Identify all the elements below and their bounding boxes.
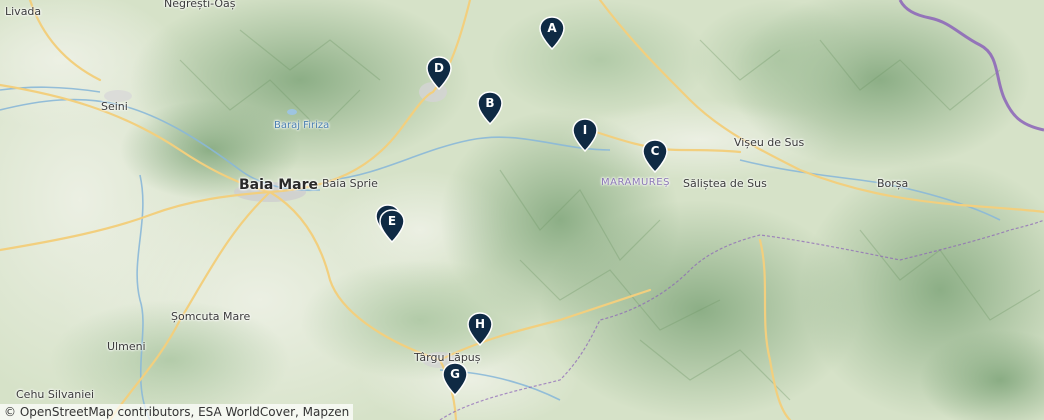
map-marker-e[interactable]: E [379, 209, 405, 243]
place-label-livada: Livada [5, 5, 42, 18]
marker-letter: B [485, 96, 495, 110]
marker-letter: I [582, 123, 588, 137]
marker-letter: A [547, 21, 557, 35]
marker-letter: E [387, 214, 397, 228]
place-label-baia-mare: Baia Mare [239, 177, 319, 193]
place-label-borsa: Borșa [877, 177, 909, 190]
place-label-baraj-firiza: Baraj Firiza [274, 120, 330, 131]
place-label-salistea-de-sus: Săliștea de Sus [683, 177, 767, 190]
region-label-maramures: MARAMUREȘ [601, 177, 670, 188]
place-label-somcuta-mare: Șomcuta Mare [171, 310, 251, 323]
marker-letter: G [450, 367, 460, 381]
marker-letter: D [434, 61, 444, 75]
place-label-ulmeni: Ulmeni [107, 340, 146, 353]
place-label-viseu-de-sus: Vișeu de Sus [734, 136, 805, 149]
map-marker-c[interactable]: C [642, 139, 668, 173]
map-marker-a[interactable]: A [539, 16, 565, 50]
marker-letter: H [474, 317, 486, 331]
place-label-seini: Seini [101, 100, 128, 113]
map-marker-d[interactable]: D [426, 56, 452, 90]
map-marker-b[interactable]: B [477, 91, 503, 125]
map-marker-i[interactable]: I [572, 118, 598, 152]
map-marker-h[interactable]: H [467, 312, 493, 346]
marker-letter: C [650, 144, 660, 158]
map-marker-g[interactable]: G [442, 362, 468, 396]
place-label-cehu-silvaniei: Cehu Silvaniei [16, 388, 95, 401]
map-view[interactable]: Livada Negrești-Oaș Seini Baraj Firiza B… [0, 0, 1044, 420]
place-label-baia-sprie: Baia Sprie [322, 177, 378, 190]
map-base-layer [0, 0, 1044, 420]
place-label-negresti-oas: Negrești-Oaș [164, 0, 236, 10]
map-attribution[interactable]: © OpenStreetMap contributors, ESA WorldC… [0, 404, 354, 420]
